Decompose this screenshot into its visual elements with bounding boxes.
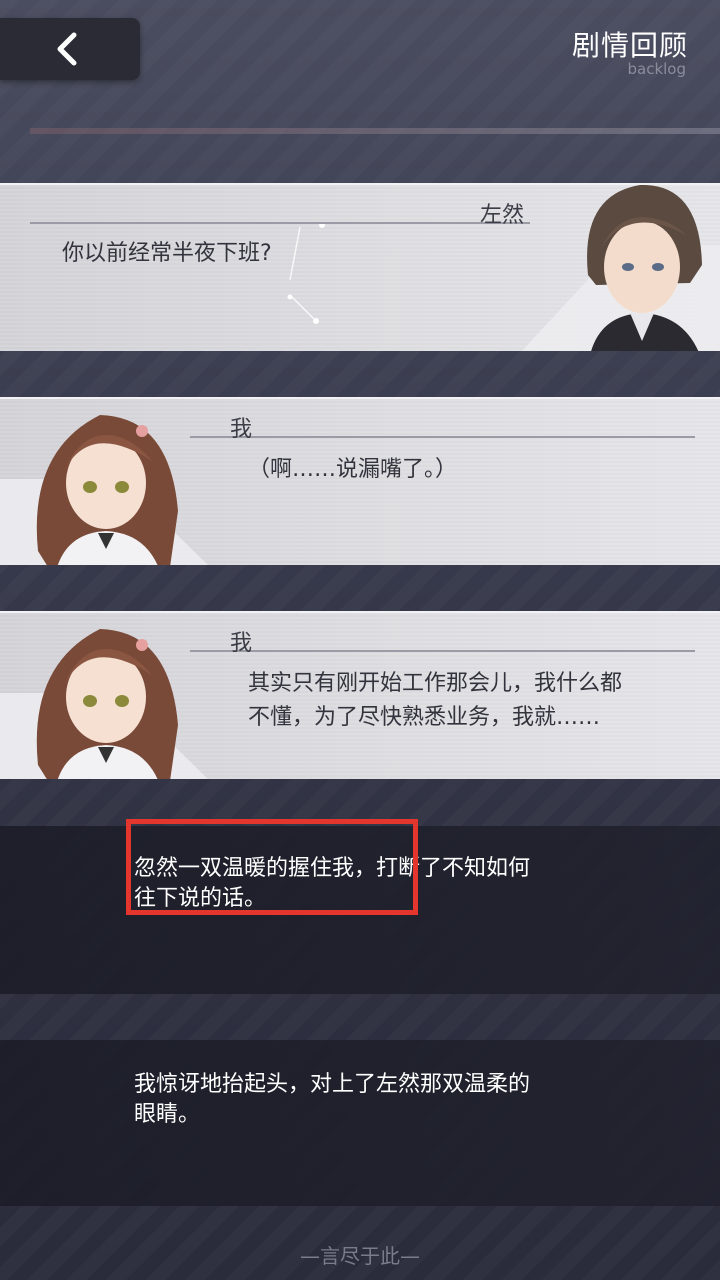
speaker-name: 我	[230, 631, 253, 656]
portrait-me	[36, 629, 178, 779]
speaker-underline	[190, 436, 695, 438]
backlog-entry[interactable]: 左然 你以前经常半夜下班?	[0, 183, 720, 351]
page-subtitle: backlog	[627, 60, 686, 78]
end-of-log-label: —言尽于此—	[300, 1244, 420, 1268]
backlog-entry[interactable]: 我 （啊……说漏嘴了。）	[0, 397, 720, 565]
dialogue-line: 不懂，为了尽快熟悉业务，我就……	[248, 705, 601, 730]
back-button[interactable]	[0, 18, 140, 80]
speaker-name: 我	[230, 417, 253, 442]
page-title: 剧情回顾	[571, 29, 688, 62]
speaker-name: 左然	[480, 203, 525, 228]
portrait-me	[36, 415, 178, 565]
speaker-underline	[30, 222, 530, 224]
highlight-annotation-box	[126, 819, 418, 915]
portrait-zuoran	[587, 185, 702, 351]
divider	[30, 128, 720, 134]
dialogue-text: 你以前经常半夜下班?	[62, 241, 272, 266]
dialogue-line: 其实只有刚开始工作那会儿，我什么都	[248, 671, 623, 696]
dialogue-text: （啊……说漏嘴了。）	[248, 457, 458, 482]
narration-text: 我惊讶地抬起头，对上了左然那双温柔的 眼睛。	[134, 1070, 604, 1130]
narration-line: 眼睛。	[134, 1102, 201, 1127]
backlog-entry[interactable]: 我 其实只有刚开始工作那会儿，我什么都 不懂，为了尽快熟悉业务，我就……	[0, 611, 720, 779]
chevron-left-icon	[57, 32, 77, 66]
dialogue-text: 其实只有刚开始工作那会儿，我什么都 不懂，为了尽快熟悉业务，我就……	[248, 667, 622, 735]
narration-entry[interactable]: 我惊讶地抬起头，对上了左然那双温柔的 眼睛。	[0, 1040, 720, 1206]
narration-line: 我惊讶地抬起头，对上了左然那双温柔的	[134, 1072, 531, 1097]
speaker-underline	[190, 650, 695, 652]
